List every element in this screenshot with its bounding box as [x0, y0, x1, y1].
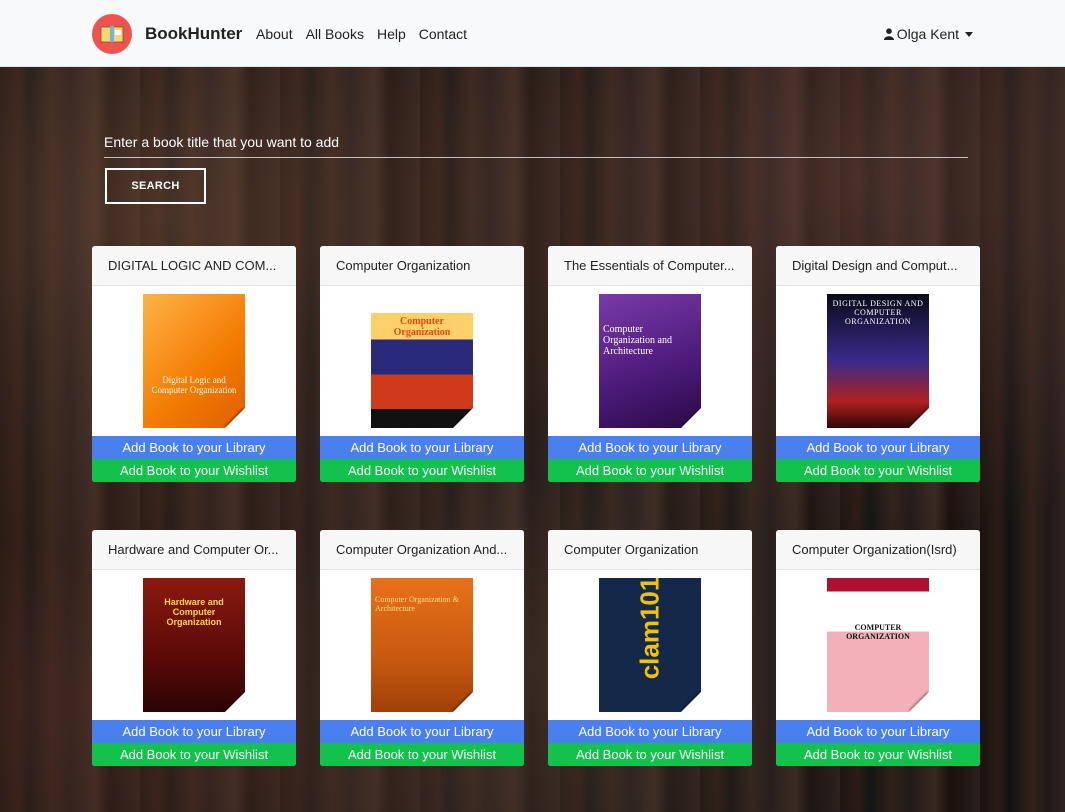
book-title: Hardware and Computer Or... — [92, 530, 296, 570]
cover-title: clam101 — [634, 578, 665, 680]
card-body: Computer Organization & Architecture — [320, 570, 524, 720]
brand-name[interactable]: BookHunter — [145, 24, 242, 44]
search-button[interactable]: SEARCH — [105, 168, 206, 204]
page-curl — [453, 692, 473, 712]
brand-logo[interactable] — [92, 14, 132, 54]
book-cover[interactable]: DIGITAL DESIGN AND COMPUTER ORGANIZATION — [827, 294, 929, 428]
user-name: Olga Kent — [896, 26, 959, 42]
add-to-library-button[interactable]: Add Book to your Library — [320, 436, 524, 459]
chevron-down-icon — [965, 31, 973, 37]
book-cover[interactable]: Digital Logic and Computer Organization — [143, 294, 245, 428]
cover-title: Digital Logic and Computer Organization — [151, 375, 237, 395]
book-title: DIGITAL LOGIC AND COM... — [92, 246, 296, 286]
book-title: Computer Organization And... — [320, 530, 524, 570]
add-to-library-button[interactable]: Add Book to your Library — [548, 720, 752, 743]
book-card: Hardware and Computer Or... Hardware and… — [92, 530, 296, 766]
card-body: Computer Organization — [320, 286, 524, 436]
user-menu[interactable]: Olga Kent — [883, 26, 973, 42]
cover-title: Computer Organization & Architecture — [375, 595, 459, 613]
nav-link-help[interactable]: Help — [377, 26, 406, 42]
book-cover[interactable]: COMPUTER ORGANIZATION — [827, 578, 929, 712]
add-to-library-button[interactable]: Add Book to your Library — [776, 720, 980, 743]
card-body: Hardware and Computer Organization — [92, 570, 296, 720]
page-curl — [681, 408, 701, 428]
page-curl — [909, 692, 929, 712]
book-card: The Essentials of Computer... Computer O… — [548, 246, 752, 482]
card-body: clam101 — [548, 570, 752, 720]
book-cover[interactable]: clam101 — [599, 578, 701, 712]
cover-title: Hardware and Computer Organization — [164, 597, 224, 627]
card-body: Computer Organization and Architecture — [548, 286, 752, 436]
book-cover[interactable]: Computer Organization — [371, 294, 473, 428]
cover-title: Computer Organization — [393, 316, 451, 338]
user-icon — [883, 28, 894, 40]
book-title: Digital Design and Comput... — [776, 246, 980, 286]
search-area: SEARCH — [104, 126, 968, 204]
page-curl — [225, 692, 245, 712]
page-curl — [909, 408, 929, 428]
book-card: DIGITAL LOGIC AND COM... Digital Logic a… — [92, 246, 296, 482]
add-to-wishlist-button[interactable]: Add Book to your Wishlist — [320, 459, 524, 482]
book-card: Computer Organization(Isrd) COMPUTER ORG… — [776, 530, 980, 766]
page-curl — [225, 408, 245, 428]
book-title: Computer Organization — [320, 246, 524, 286]
nav-link-about[interactable]: About — [256, 26, 293, 42]
book-card: Computer Organization clam101 Add Book t… — [548, 530, 752, 766]
add-to-library-button[interactable]: Add Book to your Library — [92, 436, 296, 459]
add-to-wishlist-button[interactable]: Add Book to your Wishlist — [320, 743, 524, 766]
add-to-library-button[interactable]: Add Book to your Library — [548, 436, 752, 459]
cover-title: COMPUTER ORGANIZATION — [846, 623, 910, 641]
book-card: Digital Design and Comput... DIGITAL DES… — [776, 246, 980, 482]
add-to-library-button[interactable]: Add Book to your Library — [92, 720, 296, 743]
book-cover[interactable]: Computer Organization and Architecture — [599, 294, 701, 428]
nav-link-contact[interactable]: Contact — [419, 26, 467, 42]
add-to-wishlist-button[interactable]: Add Book to your Wishlist — [548, 459, 752, 482]
book-card: Computer Organization Computer Organizat… — [320, 246, 524, 482]
book-title: The Essentials of Computer... — [548, 246, 752, 286]
cover-title: Computer Organization and Architecture — [603, 324, 672, 357]
navbar: BookHunter About All Books Help Contact … — [0, 0, 1065, 67]
book-cover[interactable]: Computer Organization & Architecture — [371, 578, 473, 712]
add-to-wishlist-button[interactable]: Add Book to your Wishlist — [92, 459, 296, 482]
nav-links: About All Books Help Contact — [256, 26, 467, 42]
book-cover[interactable]: Hardware and Computer Organization — [143, 578, 245, 712]
card-body: COMPUTER ORGANIZATION — [776, 570, 980, 720]
book-icon — [100, 26, 124, 43]
add-to-library-button[interactable]: Add Book to your Library — [320, 720, 524, 743]
page-curl — [453, 408, 473, 428]
book-title: Computer Organization — [548, 530, 752, 570]
card-body: Digital Logic and Computer Organization — [92, 286, 296, 436]
card-body: DIGITAL DESIGN AND COMPUTER ORGANIZATION — [776, 286, 980, 436]
add-to-wishlist-button[interactable]: Add Book to your Wishlist — [92, 743, 296, 766]
add-to-library-button[interactable]: Add Book to your Library — [776, 436, 980, 459]
nav-link-all-books[interactable]: All Books — [306, 26, 364, 42]
add-to-wishlist-button[interactable]: Add Book to your Wishlist — [776, 743, 980, 766]
add-to-wishlist-button[interactable]: Add Book to your Wishlist — [776, 459, 980, 482]
page-curl — [681, 692, 701, 712]
book-card: Computer Organization And... Computer Or… — [320, 530, 524, 766]
add-to-wishlist-button[interactable]: Add Book to your Wishlist — [548, 743, 752, 766]
book-title: Computer Organization(Isrd) — [776, 530, 980, 570]
cover-title: DIGITAL DESIGN AND COMPUTER ORGANIZATION — [832, 299, 924, 326]
search-input[interactable] — [104, 126, 968, 158]
